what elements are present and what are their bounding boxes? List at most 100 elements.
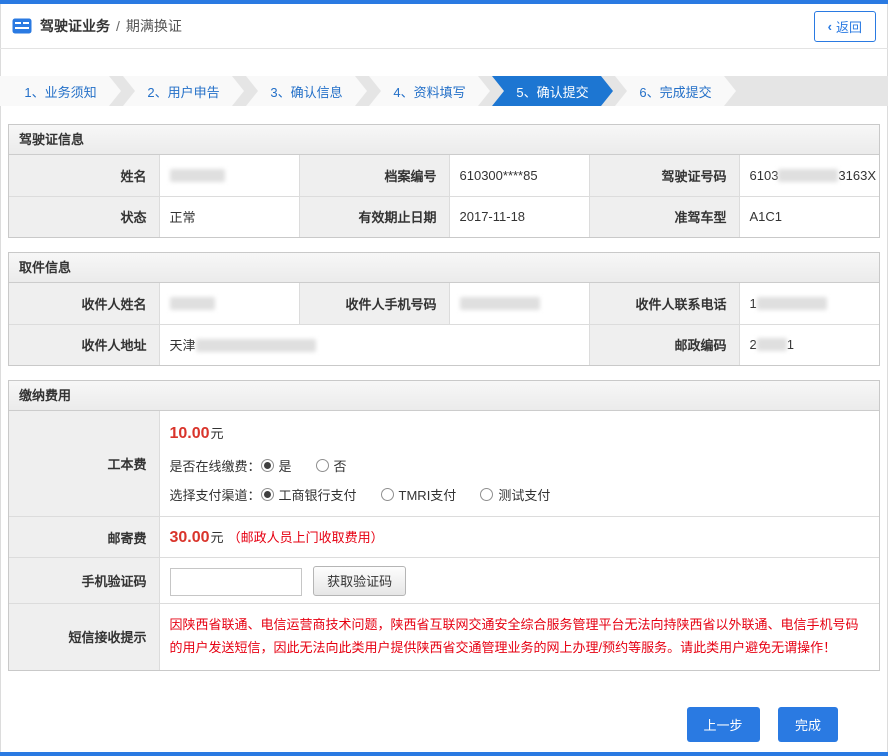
sms-tip-cell: 因陕西省联通、电信运营商技术问题，陕西省互联网交通安全综合服务管理平台无法向持陕…: [159, 604, 879, 670]
pickup-info-table: 收件人姓名 收件人手机号码 收件人联系电话 1 收件人地址 天津 邮政编码 21: [9, 283, 879, 365]
recipient-phone-value: [449, 283, 589, 324]
step-2-user-declaration: 2、用户申告: [123, 76, 244, 106]
production-fee-label: 工本费: [9, 411, 159, 517]
zip-prefix: 2: [750, 337, 757, 352]
done-button[interactable]: 完成: [778, 707, 838, 742]
pay-channel-label: 选择支付渠道：: [170, 485, 261, 504]
production-fee-amount: 10.00: [170, 425, 210, 442]
pickup-info-section-title: 取件信息: [9, 253, 879, 283]
production-fee-amount-line: 10.00元: [170, 423, 870, 443]
radio-unselected-icon[interactable]: [316, 459, 329, 472]
redacted-value: [778, 169, 838, 182]
table-row: 姓名 档案编号 610300****85 驾驶证号码 6103 3163X: [9, 155, 879, 196]
sms-code-input[interactable]: [170, 568, 302, 596]
prev-step-button[interactable]: 上一步: [687, 707, 760, 742]
title-separator: /: [116, 18, 120, 34]
online-pay-option-no[interactable]: 否: [316, 456, 347, 475]
recipient-name-value: [159, 283, 299, 324]
online-pay-row: 是否在线缴费： 是 否: [170, 456, 870, 475]
back-button-label: 返回: [836, 17, 862, 36]
table-row: 状态 正常 有效期止日期 2017-11-18 准驾车型 A1C1: [9, 196, 879, 237]
table-row: 收件人姓名 收件人手机号码 收件人联系电话 1: [9, 283, 879, 324]
recipient-name-label: 收件人姓名: [9, 283, 159, 324]
redacted-value: [170, 297, 215, 310]
zip-code-label: 邮政编码: [589, 324, 739, 365]
online-pay-option-yes[interactable]: 是: [261, 456, 292, 475]
sms-code-label: 手机验证码: [9, 558, 159, 604]
radio-unselected-icon[interactable]: [381, 488, 394, 501]
license-no-value: 6103 3163X: [739, 155, 879, 196]
postage-fee-amount: 30.00: [170, 529, 210, 546]
name-label: 姓名: [9, 155, 159, 196]
fees-section: 缴纳费用 工本费 10.00元 是否在线缴费： 是 否 选择支付渠道： 工商银行…: [8, 380, 880, 671]
table-row: 短信接收提示 因陕西省联通、电信运营商技术问题，陕西省互联网交通安全综合服务管理…: [9, 604, 879, 670]
license-info-section: 驾驶证信息 姓名 档案编号 610300****85 驾驶证号码 6103316…: [8, 124, 880, 238]
postage-fee-label: 邮寄费: [9, 517, 159, 558]
postage-fee-cell: 30.00元 （邮政人员上门收取费用）: [159, 517, 879, 558]
file-no-value: 610300****85: [449, 155, 589, 196]
table-row: 收件人地址 天津 邮政编码 21: [9, 324, 879, 365]
address-prefix: 天津: [170, 338, 196, 353]
step-label: 1、业务须知: [24, 82, 96, 101]
redacted-value: [196, 339, 316, 352]
table-row: 工本费 10.00元 是否在线缴费： 是 否 选择支付渠道： 工商银行支付 TM…: [9, 411, 879, 517]
status-value: 正常: [159, 196, 299, 237]
step-3-confirm-info: 3、确认信息: [246, 76, 367, 106]
radio-selected-icon[interactable]: [261, 488, 274, 501]
step-label: 5、确认提交: [516, 82, 588, 101]
pay-channel-tmri-label[interactable]: TMRI支付: [399, 485, 457, 504]
radio-selected-icon[interactable]: [261, 459, 274, 472]
pay-channel-test-label[interactable]: 测试支付: [498, 485, 550, 504]
currency-unit: 元: [211, 530, 224, 545]
recipient-tel-label: 收件人联系电话: [589, 283, 739, 324]
sms-code-cell: 获取验证码: [159, 558, 879, 604]
footer-actions: 上一步 完成: [0, 671, 888, 742]
zip-code-value: 21: [739, 324, 879, 365]
postage-fee-note: （邮政人员上门收取费用）: [228, 530, 384, 545]
status-label: 状态: [9, 196, 159, 237]
zip-suffix: 1: [787, 337, 794, 352]
pay-channel-option-icbc[interactable]: 工商银行支付: [261, 485, 357, 504]
get-sms-code-button[interactable]: 获取验证码: [313, 566, 406, 596]
step-label: 2、用户申告: [147, 82, 219, 101]
step-label: 4、资料填写: [393, 82, 465, 101]
redacted-value: [170, 169, 225, 182]
vehicle-type-value: A1C1: [739, 196, 879, 237]
online-pay-yes-label[interactable]: 是: [279, 456, 292, 475]
tel-prefix: 1: [750, 296, 757, 311]
production-fee-cell: 10.00元 是否在线缴费： 是 否 选择支付渠道： 工商银行支付 TMRI支付…: [159, 411, 879, 517]
bottom-accent-bar: [0, 752, 888, 756]
step-label: 3、确认信息: [270, 82, 342, 101]
license-no-suffix: 3163X: [838, 168, 876, 183]
step-5-confirm-submit: 5、确认提交: [492, 76, 613, 106]
back-chevron-icon: ‹: [828, 19, 832, 34]
back-button[interactable]: ‹ 返回: [814, 11, 876, 42]
license-info-table: 姓名 档案编号 610300****85 驾驶证号码 6103 3163X 状态 …: [9, 155, 879, 237]
license-no-prefix: 6103: [750, 168, 779, 183]
currency-unit: 元: [211, 426, 224, 441]
pay-channel-option-test[interactable]: 测试支付: [480, 485, 550, 504]
radio-unselected-icon[interactable]: [480, 488, 493, 501]
step-wizard: 1、业务须知 2、用户申告 3、确认信息 4、资料填写 5、确认提交 6、完成提…: [0, 76, 888, 106]
recipient-phone-label: 收件人手机号码: [299, 283, 449, 324]
file-no-label: 档案编号: [299, 155, 449, 196]
step-6-complete-submit: 6、完成提交: [615, 76, 736, 106]
expiry-value: 2017-11-18: [449, 196, 589, 237]
online-pay-no-label[interactable]: 否: [334, 456, 347, 475]
redacted-value: [757, 338, 787, 351]
step-4-fill-data: 4、资料填写: [369, 76, 490, 106]
page-header: 驾驶证业务 / 期满换证 ‹ 返回: [0, 4, 888, 49]
vehicle-type-label: 准驾车型: [589, 196, 739, 237]
pay-channel-icbc-label[interactable]: 工商银行支付: [279, 485, 357, 504]
sms-tip-label: 短信接收提示: [9, 604, 159, 670]
expiry-label: 有效期止日期: [299, 196, 449, 237]
recipient-tel-value: 1: [739, 283, 879, 324]
pay-channel-option-tmri[interactable]: TMRI支付: [381, 485, 457, 504]
license-no-label: 驾驶证号码: [589, 155, 739, 196]
recipient-address-label: 收件人地址: [9, 324, 159, 365]
table-row: 手机验证码 获取验证码: [9, 558, 879, 604]
recipient-address-value: 天津: [159, 324, 589, 365]
fees-table: 工本费 10.00元 是否在线缴费： 是 否 选择支付渠道： 工商银行支付 TM…: [9, 411, 879, 670]
pay-channel-row: 选择支付渠道： 工商银行支付 TMRI支付 测试支付: [170, 485, 870, 504]
step-1-business-notice: 1、业务须知: [0, 76, 121, 106]
